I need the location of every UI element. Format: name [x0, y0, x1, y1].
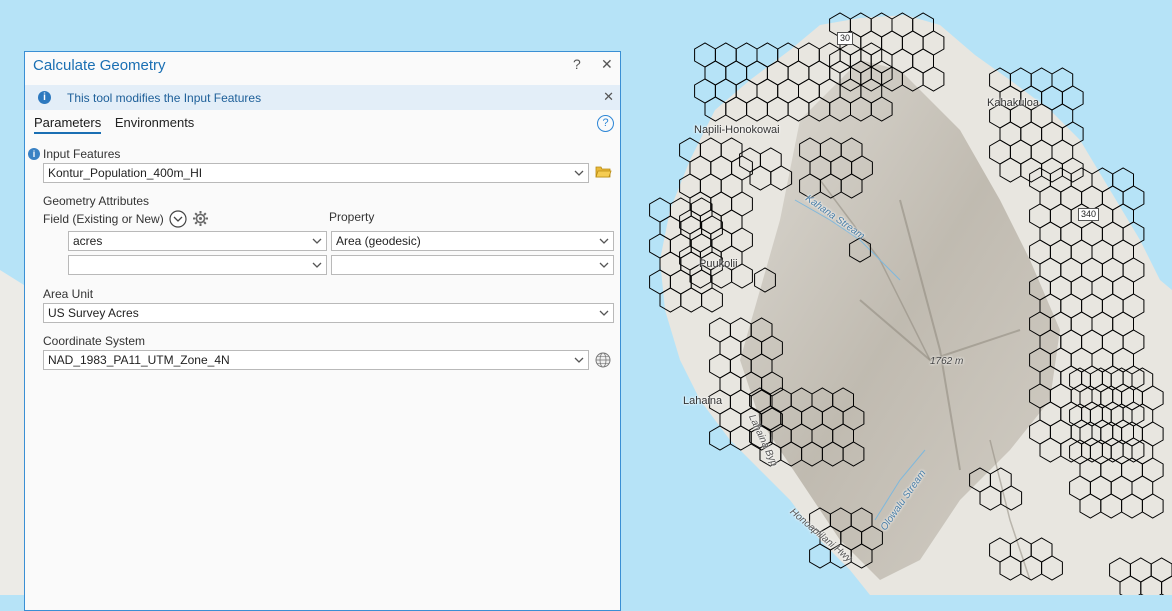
map-label-lahaina: Lahaina — [683, 395, 723, 407]
tab-environments[interactable]: Environments — [115, 115, 194, 132]
area-unit-value: US Survey Acres — [48, 306, 139, 320]
chevron-down-icon — [312, 233, 322, 249]
map-label-kahakuloa: Kahakuloa — [987, 97, 1039, 109]
info-close-icon[interactable]: ✕ — [603, 89, 614, 105]
calculate-geometry-dialog: Calculate Geometry ? ✕ i This tool modif… — [24, 51, 621, 611]
input-features-label: Input Features — [43, 147, 121, 161]
tab-bar: Parameters Environments — [34, 115, 204, 134]
route-shield-340: 340 — [1078, 208, 1100, 221]
property-row-1-value: Area (geodesic) — [336, 234, 421, 248]
route-shield-30: 30 — [837, 32, 854, 45]
chevron-down-icon — [312, 257, 322, 273]
map-label-puukolii: Puukolii — [699, 258, 738, 270]
field-row-2-dropdown[interactable] — [68, 255, 327, 275]
help-button[interactable]: ? — [573, 56, 581, 72]
globe-icon[interactable] — [595, 352, 611, 368]
area-unit-dropdown[interactable]: US Survey Acres — [43, 303, 614, 323]
info-icon: i — [38, 91, 51, 104]
area-unit-label: Area Unit — [43, 287, 94, 301]
chevron-down-icon — [599, 233, 609, 249]
info-icon: i — [28, 148, 40, 160]
coordinate-system-value: NAD_1983_PA11_UTM_Zone_4N — [48, 353, 230, 367]
dialog-title: Calculate Geometry — [33, 57, 166, 74]
property-column-header: Property — [329, 210, 375, 224]
gear-icon[interactable] — [192, 210, 209, 227]
geometry-attributes-label: Geometry Attributes — [43, 194, 150, 208]
info-text: This tool modifies the Input Features — [67, 91, 262, 105]
input-features-dropdown[interactable]: Kontur_Population_400m_HI — [43, 163, 589, 183]
coordinate-system-label: Coordinate System — [43, 334, 146, 348]
chevron-down-icon — [574, 165, 584, 181]
close-button[interactable]: ✕ — [601, 56, 613, 73]
add-field-dropdown-icon[interactable] — [169, 210, 187, 228]
tab-parameters[interactable]: Parameters — [34, 115, 102, 134]
chevron-down-icon — [599, 305, 609, 321]
map-label-elevation: 1762 m — [930, 356, 964, 367]
folder-icon[interactable] — [595, 165, 612, 179]
land-left — [0, 270, 24, 595]
property-row-2-dropdown[interactable] — [331, 255, 614, 275]
coordinate-system-dropdown[interactable]: NAD_1983_PA11_UTM_Zone_4N — [43, 350, 589, 370]
field-column-header: Field (Existing or New) — [43, 212, 164, 226]
tool-help-icon[interactable]: ? — [597, 115, 614, 132]
property-row-1-dropdown[interactable]: Area (geodesic) — [331, 231, 614, 251]
chevron-down-icon — [574, 352, 584, 368]
input-features-value: Kontur_Population_400m_HI — [48, 166, 203, 180]
field-row-1-value: acres — [73, 234, 103, 248]
info-bar: i This tool modifies the Input Features … — [25, 85, 620, 110]
field-row-1-dropdown[interactable]: acres — [68, 231, 327, 251]
map-label-napili: Napili-Honokowai — [694, 124, 780, 136]
chevron-down-icon — [599, 257, 609, 273]
dialog-titlebar[interactable]: Calculate Geometry ? ✕ — [25, 52, 620, 82]
